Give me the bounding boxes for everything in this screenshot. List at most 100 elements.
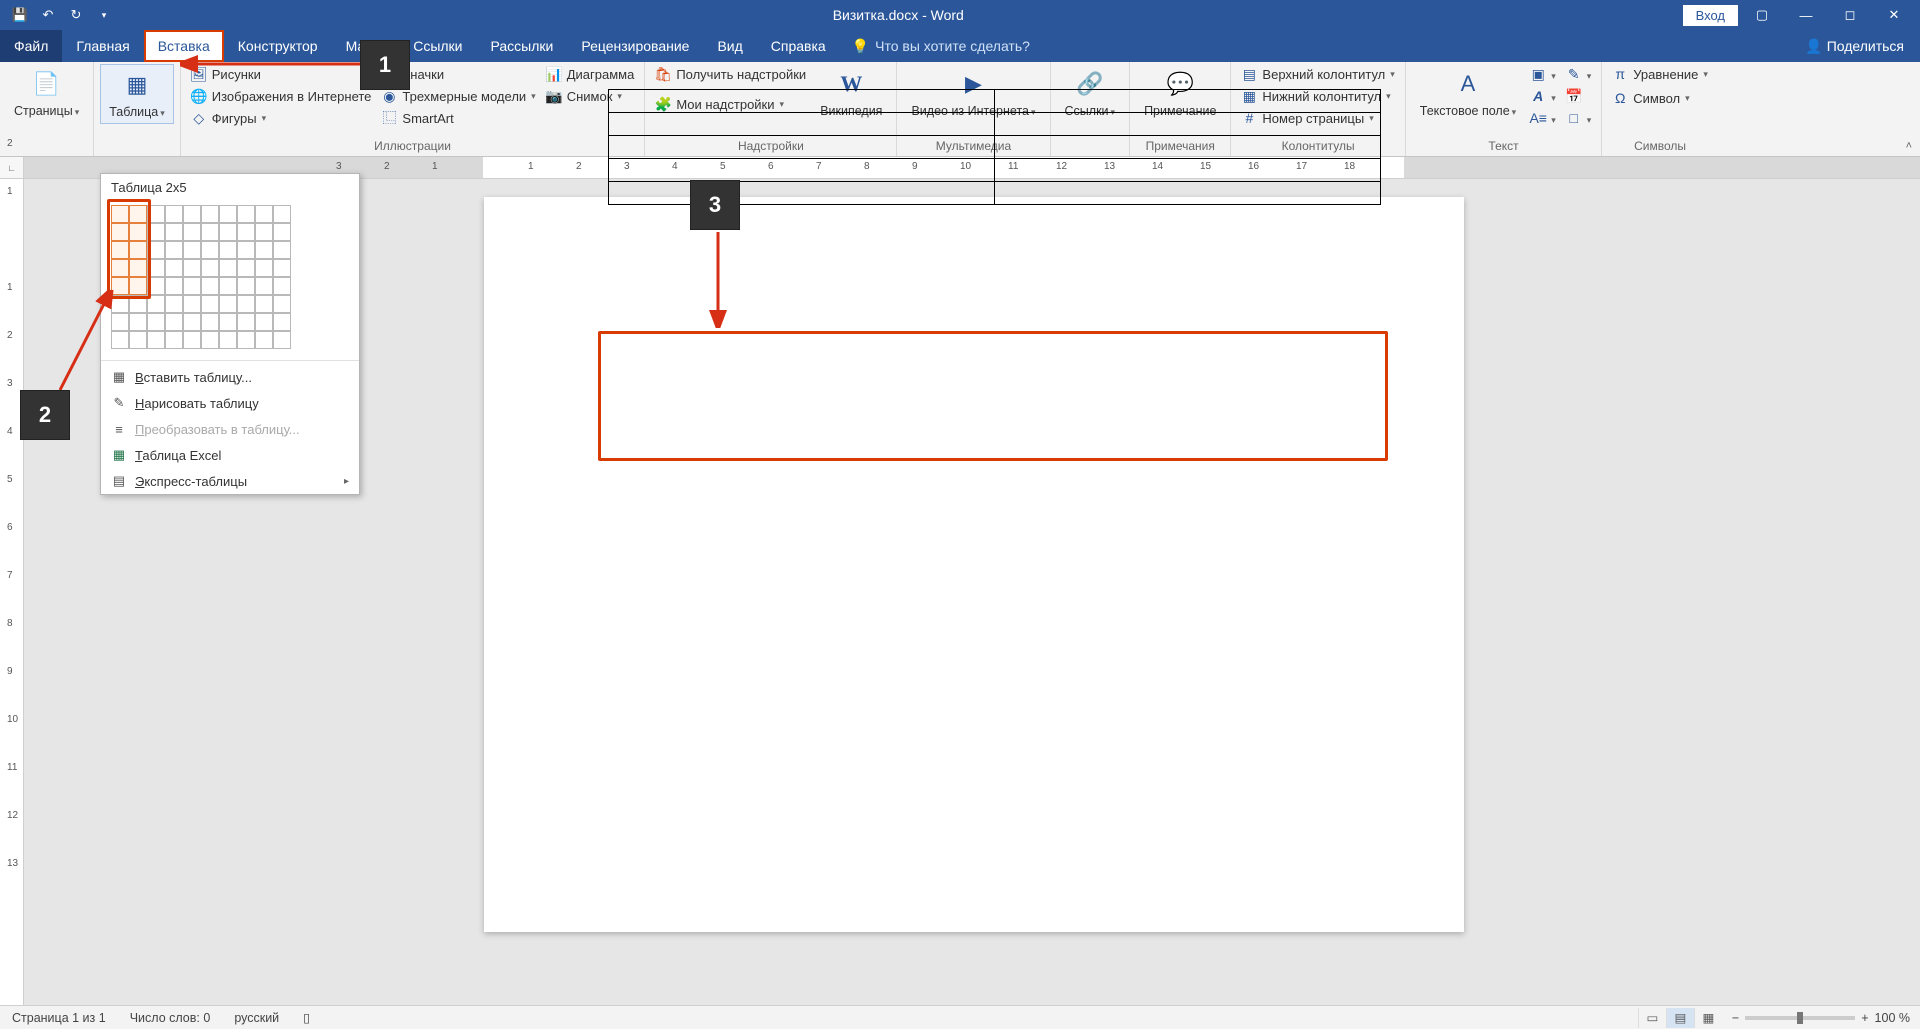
grid-cell[interactable] [147,277,165,295]
grid-cell[interactable] [129,259,147,277]
grid-cell[interactable] [273,259,291,277]
maximize-icon[interactable]: ◻ [1830,1,1870,29]
grid-cell[interactable] [237,295,255,313]
grid-cell[interactable] [255,313,273,331]
grid-cell[interactable] [129,241,147,259]
grid-cell[interactable] [111,295,129,313]
grid-cell[interactable] [129,295,147,313]
grid-cell[interactable] [273,331,291,349]
tab-review[interactable]: Рецензирование [567,30,703,62]
grid-cell[interactable] [255,277,273,295]
grid-cell[interactable] [255,205,273,223]
grid-cell[interactable] [219,295,237,313]
get-addins-button[interactable]: 🛍Получить надстройки [651,64,810,84]
grid-cell[interactable] [147,205,165,223]
grid-cell[interactable] [129,331,147,349]
tab-file[interactable]: Файл [0,30,62,62]
table-row[interactable] [609,90,1381,113]
grid-cell[interactable] [183,241,201,259]
grid-cell[interactable] [111,331,129,349]
excel-table-menuitem[interactable]: ▦Таблица Excel [101,442,359,468]
header-button[interactable]: ▤Верхний колонтитул [1237,64,1398,84]
grid-cell[interactable] [129,223,147,241]
insert-table-menuitem[interactable]: ▦Вставить таблицу... [101,364,359,390]
grid-cell[interactable] [237,331,255,349]
grid-cell[interactable] [255,331,273,349]
grid-cell[interactable] [219,259,237,277]
pictures-button[interactable]: 🖼Рисунки [187,64,376,84]
grid-cell[interactable] [201,205,219,223]
grid-cell[interactable] [147,259,165,277]
pages-button[interactable]: 📄 Страницы [6,64,87,122]
grid-cell[interactable] [201,241,219,259]
status-page[interactable]: Страница 1 из 1 [0,1011,118,1025]
dropcap-button[interactable]: A≡ [1526,108,1560,128]
equation-button[interactable]: πУравнение [1608,64,1712,84]
grid-cell[interactable] [147,331,165,349]
collapse-ribbon-icon[interactable]: ˄ [1906,140,1912,152]
grid-cell[interactable] [273,295,291,313]
grid-cell[interactable] [201,259,219,277]
smartart-button[interactable]: ⿺SmartArt [377,108,539,128]
grid-cell[interactable] [219,331,237,349]
shapes-button[interactable]: ◇Фигуры [187,108,376,128]
zoom-control[interactable]: − + 100 % [1722,1011,1920,1025]
status-language[interactable]: русский [222,1011,291,1025]
tab-view[interactable]: Вид [703,30,756,62]
table-size-grid[interactable] [101,201,359,357]
grid-cell[interactable] [201,223,219,241]
textbox-button[interactable]: A Текстовое поле [1412,64,1524,122]
grid-cell[interactable] [111,223,129,241]
tab-insert[interactable]: Вставка [144,30,224,62]
grid-cell[interactable] [111,205,129,223]
view-web-layout[interactable]: ▦ [1694,1008,1722,1028]
grid-cell[interactable] [201,313,219,331]
grid-cell[interactable] [219,313,237,331]
tell-me-search[interactable]: 💡 Что вы хотите сделать? [840,30,1042,62]
tab-design[interactable]: Конструктор [224,30,332,62]
grid-cell[interactable] [273,205,291,223]
grid-cell[interactable] [129,205,147,223]
grid-cell[interactable] [255,295,273,313]
grid-cell[interactable] [255,223,273,241]
draw-table-menuitem[interactable]: ✎Нарисовать таблицу [101,390,359,416]
grid-cell[interactable] [165,331,183,349]
undo-icon[interactable]: ↶ [38,5,58,25]
grid-cell[interactable] [255,241,273,259]
chart-button[interactable]: 📊Диаграмма [542,64,639,84]
grid-cell[interactable] [237,241,255,259]
grid-cell[interactable] [129,277,147,295]
minimize-icon[interactable]: — [1786,1,1826,29]
table-row[interactable] [609,136,1381,159]
grid-cell[interactable] [165,205,183,223]
close-icon[interactable]: ✕ [1874,1,1914,29]
grid-cell[interactable] [111,313,129,331]
grid-cell[interactable] [273,277,291,295]
grid-cell[interactable] [147,223,165,241]
table-row[interactable] [609,159,1381,182]
grid-cell[interactable] [273,241,291,259]
grid-cell[interactable] [165,277,183,295]
login-button[interactable]: Вход [1683,5,1738,26]
zoom-in-icon[interactable]: + [1861,1011,1868,1025]
grid-cell[interactable] [111,241,129,259]
view-read-mode[interactable]: ▭ [1638,1008,1666,1028]
grid-cell[interactable] [219,205,237,223]
grid-cell[interactable] [237,259,255,277]
grid-cell[interactable] [183,295,201,313]
table-row[interactable] [609,113,1381,136]
grid-cell[interactable] [201,331,219,349]
share-button[interactable]: 👤 Поделиться [1789,30,1920,62]
symbol-button[interactable]: ΩСимвол [1608,88,1712,108]
view-print-layout[interactable]: ▤ [1666,1008,1694,1028]
grid-cell[interactable] [165,241,183,259]
grid-cell[interactable] [165,259,183,277]
wordart-button[interactable]: A [1526,86,1560,106]
object-button[interactable]: □ [1562,108,1596,128]
save-icon[interactable]: 💾 [10,5,30,25]
grid-cell[interactable] [147,313,165,331]
grid-cell[interactable] [237,205,255,223]
grid-cell[interactable] [147,295,165,313]
grid-cell[interactable] [165,223,183,241]
grid-cell[interactable] [147,241,165,259]
